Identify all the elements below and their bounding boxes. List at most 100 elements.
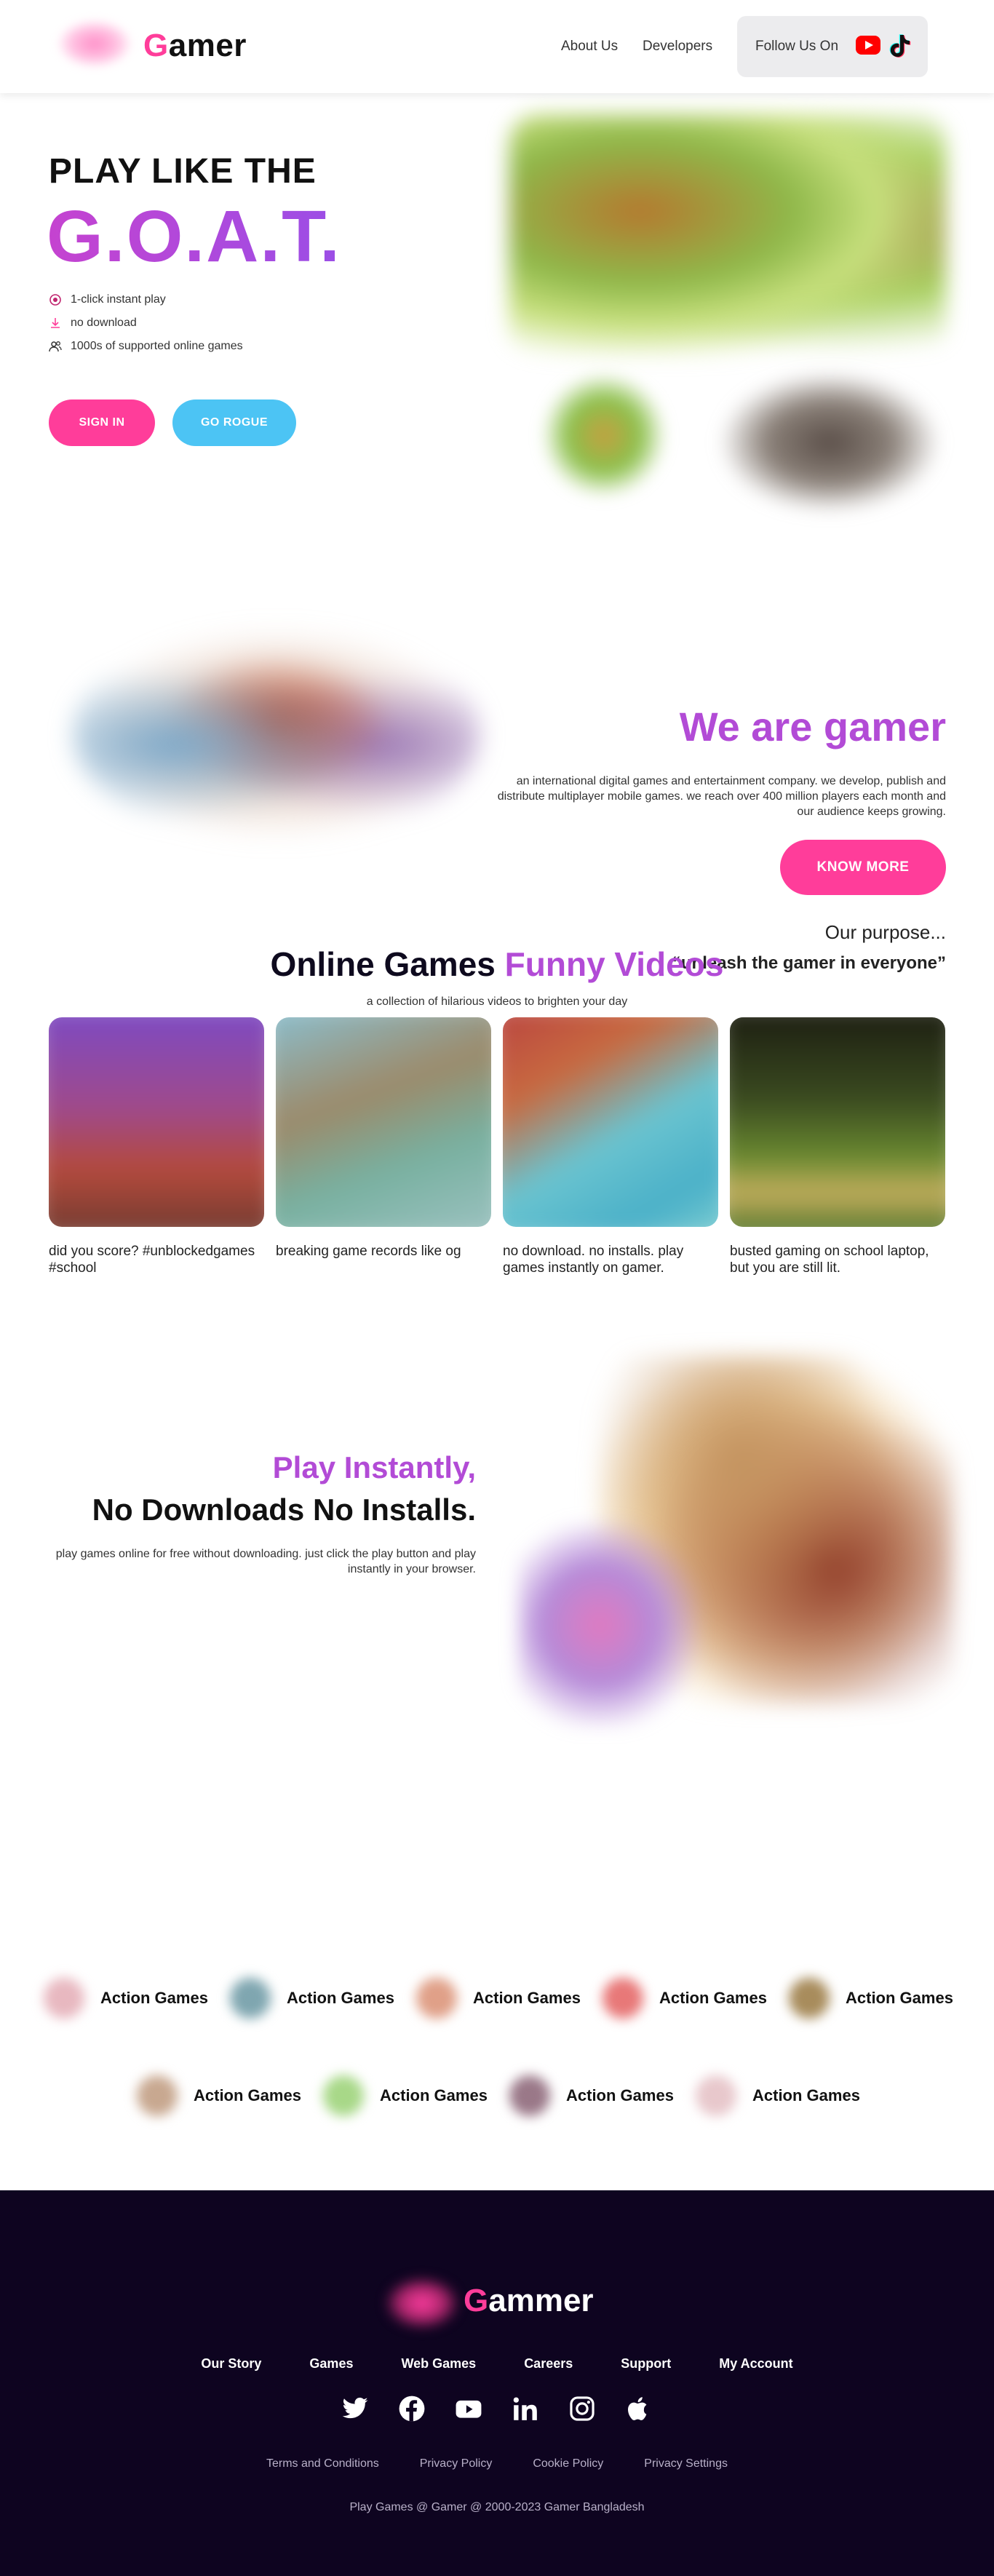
know-more-button[interactable]: KNOW MORE	[780, 840, 946, 895]
go-rogue-button[interactable]: GO ROGUE	[172, 399, 296, 446]
play-title-main: No Downloads No Installs.	[92, 1492, 476, 1527]
video-card[interactable]: breaking game records like og	[276, 1017, 491, 1260]
download-icon	[51, 318, 60, 328]
video-card[interactable]: no download. no installs. play games ins…	[503, 1017, 718, 1276]
video-caption[interactable]: busted gaming on school laptop, but you …	[730, 1243, 945, 1276]
target-icon	[49, 294, 61, 306]
footer-link-games[interactable]: Games	[309, 2356, 353, 2372]
videos-title-accent: Funny Videos	[504, 945, 724, 983]
category-item[interactable]: Action Games	[323, 2075, 488, 2116]
video-caption[interactable]: did you score? #unblockedgames #school	[49, 1243, 264, 1276]
footer-logo-rest: ammer	[488, 2283, 594, 2318]
footer-logo-wordmark[interactable]: Gammer	[464, 2283, 594, 2319]
tiktok-icon[interactable]	[889, 33, 911, 58]
category-label: Action Games	[100, 1989, 208, 2007]
category-item[interactable]: Action Games	[603, 1978, 767, 2019]
hero-character-image	[720, 373, 939, 512]
category-icon	[416, 1978, 457, 2019]
video-thumbnail[interactable]	[276, 1017, 491, 1227]
category-item[interactable]: Action Games	[789, 1978, 953, 2019]
footer-link-terms[interactable]: Terms and Conditions	[266, 2457, 379, 2470]
hero-character-image	[542, 373, 666, 497]
video-card[interactable]: did you score? #unblockedgames #school	[49, 1017, 264, 1276]
footer-link-my-account[interactable]: My Account	[719, 2356, 792, 2372]
feature-item: no download	[49, 317, 137, 330]
twitter-icon[interactable]	[341, 2395, 369, 2422]
footer-logo-first-letter: G	[464, 2283, 489, 2318]
footer-link-privacy-policy[interactable]: Privacy Policy	[420, 2457, 493, 2470]
logo-wordmark[interactable]: Gamer	[143, 28, 247, 64]
play-instantly-section: Play Instantly, No Downloads No Installs…	[0, 1330, 994, 1854]
follow-us-label: Follow Us On	[755, 39, 839, 54]
hero-kicker: PLAY LIKE THE	[49, 152, 317, 191]
category-item[interactable]: Action Games	[44, 1978, 208, 2019]
footer-link-careers[interactable]: Careers	[524, 2356, 573, 2372]
category-icon	[230, 1978, 271, 2019]
videos-section: Online Games Funny Videos a collection o…	[0, 923, 994, 1330]
logo-rest: amer	[168, 28, 247, 63]
nav-developers[interactable]: Developers	[643, 39, 712, 55]
footer-link-cookie-policy[interactable]: Cookie Policy	[533, 2457, 603, 2470]
category-item[interactable]: Action Games	[230, 1978, 394, 2019]
category-label: Action Games	[846, 1989, 953, 2007]
nav-about-us[interactable]: About Us	[561, 39, 618, 55]
follow-us-box: Follow Us On	[737, 16, 928, 77]
videos-title: Online Games Funny Videos	[0, 945, 994, 984]
youtube-icon[interactable]	[856, 36, 880, 55]
video-card[interactable]: busted gaming on school laptop, but you …	[730, 1017, 945, 1276]
video-caption[interactable]: breaking game records like og	[276, 1243, 491, 1260]
videos-title-main: Online Games	[270, 945, 505, 983]
feature-label: no download	[71, 317, 137, 329]
footer-link-support[interactable]: Support	[621, 2356, 671, 2372]
category-icon	[323, 2075, 364, 2116]
footer-link-web-games[interactable]: Web Games	[401, 2356, 476, 2372]
category-label: Action Games	[752, 2086, 860, 2104]
about-characters-image	[73, 624, 480, 843]
instagram-icon[interactable]	[568, 2395, 596, 2422]
footer-copyright: Play Games @ Gamer @ 2000-2023 Gamer Ban…	[349, 2501, 645, 2513]
site-footer: Gammer Our Story Games Web Games Careers…	[0, 2190, 994, 2576]
facebook-icon[interactable]	[398, 2395, 426, 2422]
footer-link-our-story[interactable]: Our Story	[201, 2356, 261, 2372]
footer-social-icons	[0, 2395, 994, 2422]
apple-icon[interactable]	[625, 2395, 653, 2422]
play-title-accent: Play Instantly,	[272, 1450, 476, 1484]
feature-item: 1000s of supported online games	[49, 340, 243, 353]
video-thumbnail[interactable]	[730, 1017, 945, 1227]
hero-headline: G.O.A.T.	[47, 196, 341, 277]
category-label: Action Games	[380, 2086, 488, 2104]
category-icon	[603, 1978, 643, 2019]
linkedin-icon[interactable]	[512, 2395, 539, 2422]
youtube-icon[interactable]	[455, 2395, 482, 2422]
logo-first-letter: G	[143, 28, 169, 63]
footer-link-privacy-settings[interactable]: Privacy Settings	[644, 2457, 728, 2470]
category-label: Action Games	[194, 2086, 301, 2104]
footer-legal-links: Terms and Conditions Privacy Policy Cook…	[0, 2457, 994, 2470]
hero-game-image	[509, 115, 946, 355]
users-icon	[49, 341, 62, 352]
feature-item: 1-click instant play	[49, 293, 166, 306]
category-icon	[509, 2075, 550, 2116]
about-title: We are gamer	[679, 704, 946, 750]
logo-image[interactable]	[58, 20, 131, 67]
footer-logo-image[interactable]	[386, 2278, 458, 2329]
site-header: Gamer About Us Developers Follow Us On	[0, 0, 994, 93]
video-thumbnail[interactable]	[49, 1017, 264, 1227]
category-icon	[44, 1978, 84, 2019]
category-item[interactable]: Action Games	[137, 2075, 301, 2116]
hero-section: PLAY LIKE THE G.O.A.T. 1-click instant p…	[0, 93, 994, 559]
category-item[interactable]: Action Games	[696, 2075, 860, 2116]
categories-section: Action Games Action Games Action Games A…	[0, 1854, 994, 2190]
videos-subtitle: a collection of hilarious videos to brig…	[366, 995, 628, 1008]
video-caption[interactable]: no download. no installs. play games ins…	[503, 1243, 718, 1276]
category-label: Action Games	[566, 2086, 674, 2104]
feature-label: 1-click instant play	[71, 293, 166, 306]
sign-in-button[interactable]: SIGN IN	[49, 399, 155, 446]
category-label: Action Games	[287, 1989, 394, 2007]
feature-label: 1000s of supported online games	[71, 340, 243, 352]
category-item[interactable]: Action Games	[509, 2075, 674, 2116]
category-item[interactable]: Action Games	[416, 1978, 581, 2019]
video-thumbnail[interactable]	[503, 1017, 718, 1227]
category-icon	[696, 2075, 736, 2116]
play-description: play games online for free without downl…	[55, 1548, 476, 1575]
